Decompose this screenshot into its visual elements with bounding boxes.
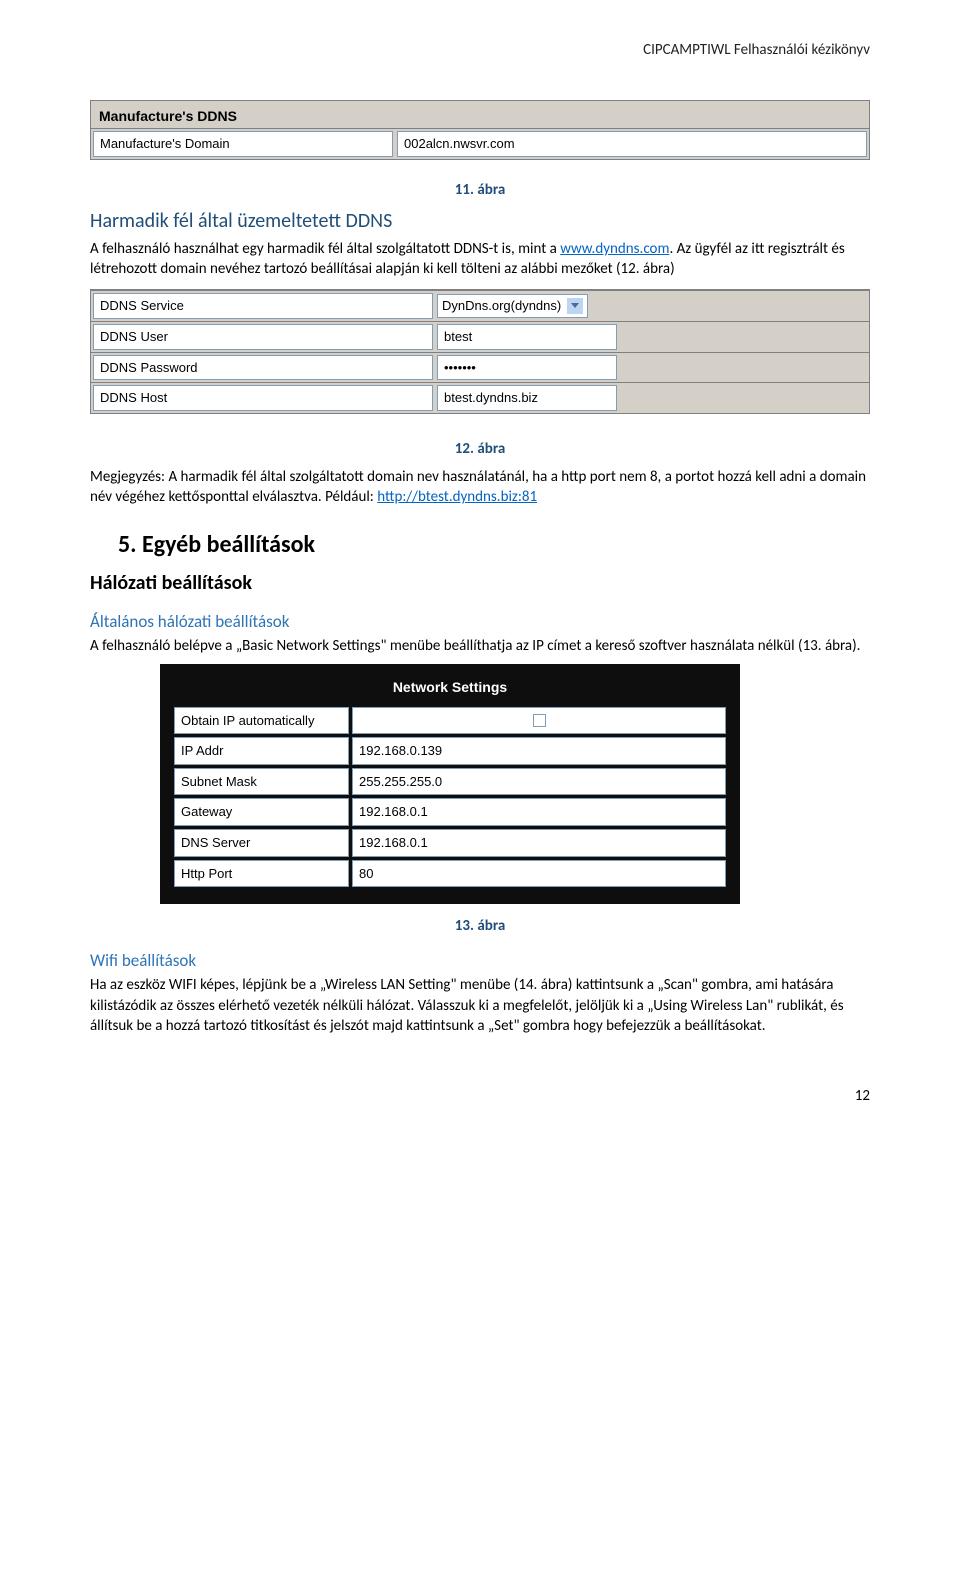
- ddns-domain-value[interactable]: 002alcn.nwsvr.com: [397, 131, 867, 157]
- subnet-mask-input[interactable]: 255.255.255.0: [352, 768, 726, 796]
- ddns-host-label: DDNS Host: [93, 385, 433, 411]
- ddns-user-label: DDNS User: [93, 324, 433, 350]
- figure-caption-11: 11. ábra: [90, 180, 870, 200]
- ddns-service-select[interactable]: DynDns.org(dyndns): [437, 294, 588, 318]
- chevron-down-icon: [567, 298, 583, 314]
- table-row: IP Addr 192.168.0.139: [174, 737, 726, 765]
- panel-title: Network Settings: [174, 678, 726, 697]
- obtain-ip-checkbox[interactable]: [533, 714, 546, 727]
- table-row: DDNS Password •••••••: [91, 352, 869, 383]
- heading-third-party-ddns: Harmadik fél által üzemeltetett DDNS: [90, 208, 870, 235]
- table-row: DDNS Service DynDns.org(dyndns): [91, 290, 869, 321]
- ddns-user-input[interactable]: btest: [437, 324, 617, 350]
- paragraph: A felhasználó belépve a „Basic Network S…: [90, 636, 870, 656]
- table-row: Subnet Mask 255.255.255.0: [174, 768, 726, 796]
- table-row: DDNS Host btest.dyndns.biz: [91, 382, 869, 413]
- text: A felhasználó használhat egy harmadik fé…: [90, 240, 560, 258]
- panel-title: Manufacture's DDNS: [91, 101, 869, 128]
- example-url-link[interactable]: http://btest.dyndns.biz:81: [377, 488, 537, 506]
- manufacture-ddns-panel: Manufacture's DDNS Manufacture's Domain …: [90, 100, 870, 159]
- paragraph-note: Megjegyzés: A harmadik fél által szolgál…: [90, 467, 870, 508]
- ip-addr-label: IP Addr: [174, 737, 349, 765]
- page-number: 12: [90, 1086, 870, 1106]
- table-row: DNS Server 192.168.0.1: [174, 829, 726, 857]
- table-row: Obtain IP automatically: [174, 707, 726, 735]
- http-port-input[interactable]: 80: [352, 860, 726, 888]
- table-row: Gateway 192.168.0.1: [174, 798, 726, 826]
- subnet-mask-label: Subnet Mask: [174, 768, 349, 796]
- dns-server-input[interactable]: 192.168.0.1: [352, 829, 726, 857]
- ddns-service-label: DDNS Service: [93, 293, 433, 319]
- heading-general-network: Általános hálózati beállítások: [90, 611, 870, 634]
- gateway-input[interactable]: 192.168.0.1: [352, 798, 726, 826]
- select-value: DynDns.org(dyndns): [442, 297, 561, 315]
- ddns-domain-label: Manufacture's Domain: [93, 131, 393, 157]
- doc-header: CIPCAMPTIWL Felhasználói kézikönyv: [90, 40, 870, 60]
- paragraph: A felhasználó használhat egy harmadik fé…: [90, 239, 870, 280]
- ddns-host-input[interactable]: btest.dyndns.biz: [437, 385, 617, 411]
- paragraph-wifi: Ha az eszköz WIFI képes, lépjünk be a „W…: [90, 975, 870, 1036]
- dns-server-label: DNS Server: [174, 829, 349, 857]
- heading-section-5: 5. Egyéb beállítások: [90, 529, 870, 561]
- figure-caption-13: 13. ábra: [90, 916, 870, 936]
- ddns-password-input[interactable]: •••••••: [437, 355, 617, 381]
- heading-network-settings: Hálózati beállítások: [90, 570, 870, 597]
- table-row: DDNS User btest: [91, 321, 869, 352]
- dyndns-link[interactable]: www.dyndns.com: [560, 240, 669, 258]
- obtain-ip-label: Obtain IP automatically: [174, 707, 349, 735]
- http-port-label: Http Port: [174, 860, 349, 888]
- ip-addr-input[interactable]: 192.168.0.139: [352, 737, 726, 765]
- table-row: Http Port 80: [174, 860, 726, 888]
- network-settings-panel: Network Settings Obtain IP automatically…: [160, 664, 740, 904]
- ddns-form-panel: DDNS Service DynDns.org(dyndns) DDNS Use…: [90, 289, 870, 413]
- table-row: Manufacture's Domain 002alcn.nwsvr.com: [91, 128, 869, 159]
- heading-wifi-settings: Wifi beállítások: [90, 950, 870, 973]
- gateway-label: Gateway: [174, 798, 349, 826]
- ddns-password-label: DDNS Password: [93, 355, 433, 381]
- figure-caption-12: 12. ábra: [90, 439, 870, 459]
